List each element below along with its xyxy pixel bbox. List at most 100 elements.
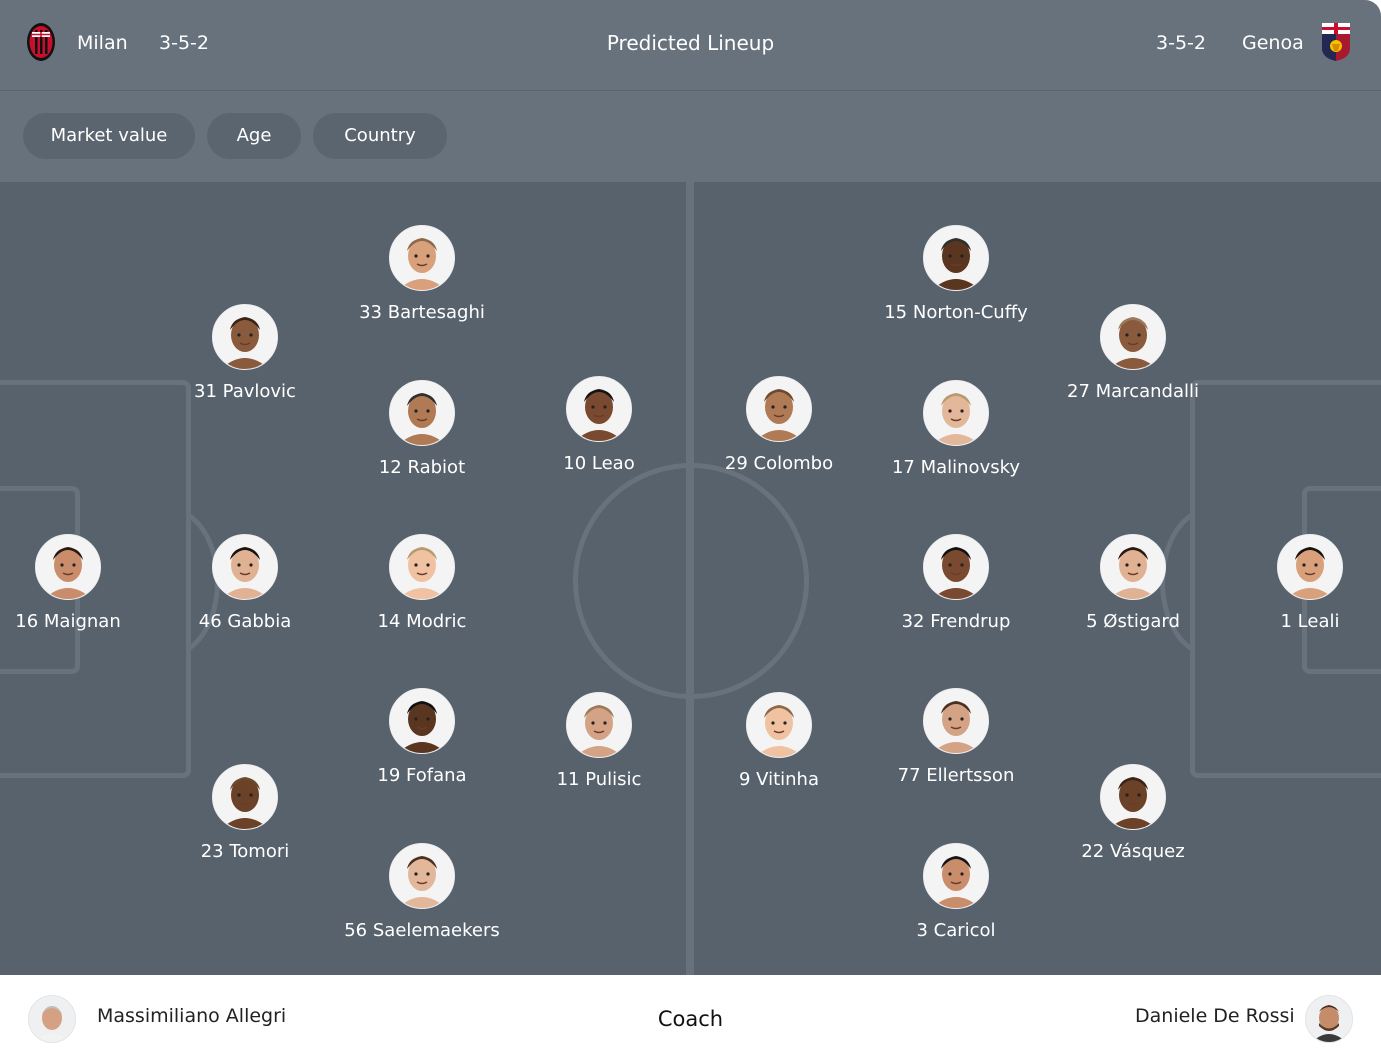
player-photo	[923, 688, 989, 754]
away-player-8[interactable]: 27 Marcandalli	[1033, 304, 1233, 404]
player-photo	[746, 692, 812, 758]
player-face-icon	[36, 535, 100, 599]
player-photo	[923, 843, 989, 909]
coach-face-icon	[1306, 996, 1352, 1042]
home-player-3[interactable]: 46 Gabbia	[145, 534, 345, 634]
player-name-label: 9 Vitinha	[739, 769, 819, 790]
away-player-5[interactable]: 32 Frendrup	[856, 534, 1056, 634]
player-name-label: 3 Caricol	[916, 920, 996, 941]
player-face-icon	[567, 693, 631, 757]
home-player-10[interactable]: 10 Leao	[499, 376, 699, 476]
center-circle	[573, 463, 809, 699]
home-player-11[interactable]: 11 Pulisic	[499, 692, 699, 792]
home-player-4[interactable]: 23 Tomori	[145, 764, 345, 864]
player-photo	[923, 380, 989, 446]
player-photo	[212, 304, 278, 370]
player-face-icon	[213, 305, 277, 369]
lineup-header: Milan 3-5-2 Predicted Lineup 3-5-2 Genoa	[0, 0, 1381, 91]
player-name-label: 33 Bartesaghi	[359, 302, 485, 323]
player-face-icon	[567, 377, 631, 441]
player-photo	[1100, 764, 1166, 830]
away-player-3[interactable]: 15 Norton-Cuffy	[856, 225, 1056, 325]
player-name-label: 29 Colombo	[724, 453, 834, 474]
home-player-8[interactable]: 19 Fofana	[322, 688, 522, 788]
player-name-label: 17 Malinovsky	[891, 457, 1021, 478]
player-name-label: 10 Leao	[563, 453, 635, 474]
away-team-name: Genoa	[1242, 32, 1304, 54]
player-face-icon	[924, 535, 988, 599]
player-face-icon	[1101, 765, 1165, 829]
away-coach-avatar[interactable]	[1305, 995, 1353, 1043]
player-photo	[566, 376, 632, 442]
filter-country-button[interactable]: Country	[313, 113, 447, 159]
lineup-widget: Milan 3-5-2 Predicted Lineup 3-5-2 Genoa…	[0, 0, 1381, 1058]
away-player-7[interactable]: 3 Caricol	[856, 843, 1056, 943]
home-player-6[interactable]: 12 Rabiot	[322, 380, 522, 480]
player-name-label: 77 Ellertsson	[897, 765, 1015, 786]
player-name-label: 27 Marcandalli	[1067, 381, 1199, 402]
away-player-6[interactable]: 77 Ellertsson	[856, 688, 1056, 788]
coach-bar: Massimiliano Allegri Coach Daniele De Ro…	[0, 975, 1381, 1058]
player-name-label: 46 Gabbia	[198, 611, 292, 632]
away-player-11[interactable]: 1 Leali	[1210, 534, 1381, 634]
player-photo	[389, 843, 455, 909]
player-photo	[923, 225, 989, 291]
player-face-icon	[390, 844, 454, 908]
player-name-label: 23 Tomori	[200, 841, 290, 862]
player-face-icon	[390, 381, 454, 445]
player-photo	[389, 534, 455, 600]
home-player-1[interactable]: 16 Maignan	[0, 534, 168, 634]
player-photo	[1100, 304, 1166, 370]
away-coach-name[interactable]: Daniele De Rossi	[1135, 1004, 1295, 1028]
player-face-icon	[1101, 535, 1165, 599]
player-name-label: 22 Vásquez	[1081, 841, 1185, 862]
away-player-1[interactable]: 29 Colombo	[679, 376, 879, 476]
player-name-label: 12 Rabiot	[378, 457, 466, 478]
player-photo	[746, 376, 812, 442]
player-name-label: 1 Leali	[1280, 611, 1340, 632]
home-player-5[interactable]: 33 Bartesaghi	[322, 225, 522, 325]
player-photo	[35, 534, 101, 600]
player-face-icon	[390, 535, 454, 599]
player-name-label: 11 Pulisic	[556, 769, 642, 790]
away-formation: 3-5-2	[1156, 32, 1206, 54]
player-photo	[389, 688, 455, 754]
player-face-icon	[924, 844, 988, 908]
player-photo	[389, 225, 455, 291]
player-name-label: 14 Modric	[377, 611, 467, 632]
player-name-label: 19 Fofana	[377, 765, 467, 786]
player-face-icon	[924, 689, 988, 753]
player-face-icon	[390, 226, 454, 290]
player-face-icon	[924, 226, 988, 290]
player-name-label: 16 Maignan	[15, 611, 121, 632]
genoa-crest-icon	[1322, 23, 1350, 61]
player-face-icon	[213, 535, 277, 599]
player-face-icon	[390, 689, 454, 753]
filter-market-value-button[interactable]: Market value	[23, 113, 195, 159]
player-face-icon	[1278, 535, 1342, 599]
player-face-icon	[213, 765, 277, 829]
player-face-icon	[747, 693, 811, 757]
home-player-7[interactable]: 14 Modric	[322, 534, 522, 634]
player-face-icon	[924, 381, 988, 445]
player-photo	[923, 534, 989, 600]
away-player-4[interactable]: 17 Malinovsky	[856, 380, 1056, 480]
away-player-2[interactable]: 9 Vitinha	[679, 692, 879, 792]
player-name-label: 32 Frendrup	[901, 611, 1011, 632]
player-name-label: 15 Norton-Cuffy	[884, 302, 1028, 323]
filter-age-button[interactable]: Age	[207, 113, 301, 159]
player-photo	[389, 380, 455, 446]
player-photo	[1100, 534, 1166, 600]
filter-bar: Market value Age Country	[0, 91, 1381, 182]
player-name-label: 31 Pavlovic	[194, 381, 296, 402]
player-name-label: 56 Saelemaekers	[344, 920, 500, 941]
player-name-label: 5 Østigard	[1086, 611, 1180, 632]
player-face-icon	[1101, 305, 1165, 369]
player-photo	[212, 764, 278, 830]
home-player-9[interactable]: 56 Saelemaekers	[322, 843, 522, 943]
home-player-2[interactable]: 31 Pavlovic	[145, 304, 345, 404]
player-photo	[1277, 534, 1343, 600]
away-player-10[interactable]: 22 Vásquez	[1033, 764, 1233, 864]
player-photo	[212, 534, 278, 600]
away-player-9[interactable]: 5 Østigard	[1033, 534, 1233, 634]
